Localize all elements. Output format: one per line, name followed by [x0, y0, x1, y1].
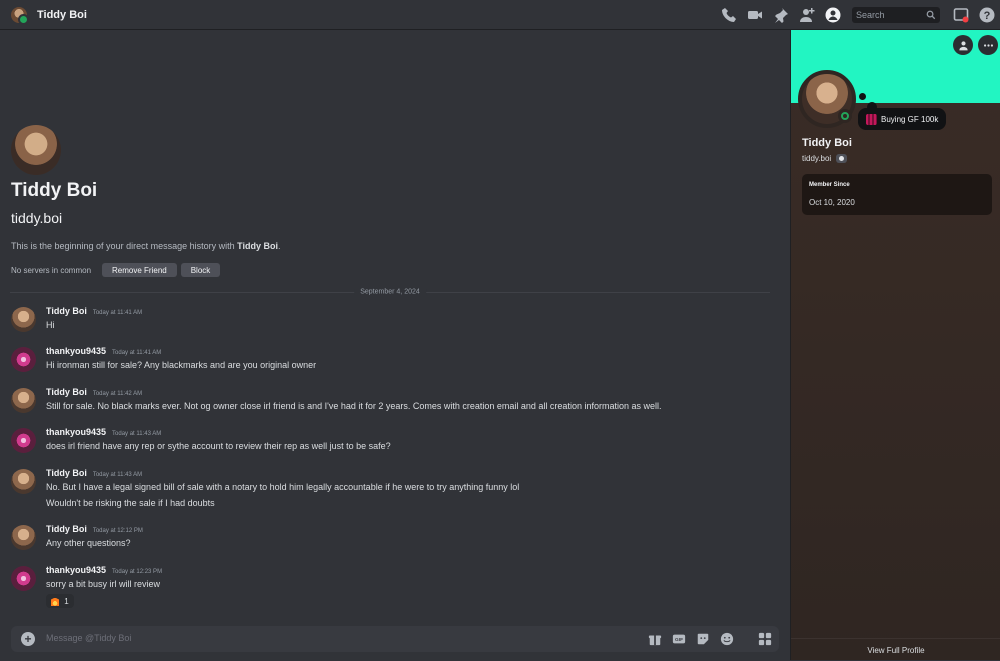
- no-servers-text: No servers in common: [11, 265, 92, 275]
- profile-name: Tiddy Boi: [802, 137, 852, 149]
- member-since-value: Oct 10, 2020: [809, 198, 855, 207]
- member-since-card: Member Since Oct 10, 2020: [802, 174, 992, 215]
- avatar[interactable]: [11, 347, 36, 372]
- search-icon: [926, 10, 936, 20]
- message-composer[interactable]: + Message @Tiddy Boi GIF: [11, 626, 779, 652]
- add-friends-icon[interactable]: [798, 6, 816, 24]
- message-input[interactable]: Message @Tiddy Boi: [46, 633, 131, 643]
- intro-handle: tiddy.boi: [11, 210, 63, 226]
- user-profile-icon[interactable]: [824, 6, 842, 24]
- top-bar: Tiddy Boi Search ?: [0, 0, 1000, 30]
- custom-status-text: Buying GF 100k: [881, 114, 939, 124]
- status-indicator: [838, 109, 852, 123]
- author-name[interactable]: thankyou9435: [46, 427, 106, 437]
- timestamp: Today at 11:43 AM: [92, 472, 143, 478]
- search-placeholder: Search: [856, 10, 885, 20]
- intro-name: Tiddy Boi: [11, 180, 98, 201]
- member-since-label: Member Since: [809, 182, 850, 188]
- dm-avatar: [11, 6, 29, 25]
- message-text: Hi ironman still for sale? Any blackmark…: [46, 360, 317, 370]
- view-full-profile-button[interactable]: View Full Profile: [791, 638, 1000, 661]
- timestamp: Today at 11:41 AM: [112, 350, 162, 356]
- avatar[interactable]: [11, 428, 36, 453]
- avatar[interactable]: [11, 388, 36, 413]
- timestamp: Today at 11:41 AM: [92, 310, 143, 316]
- composer-icons: GIF: [639, 631, 773, 647]
- message-text: Any other questions?: [46, 538, 131, 548]
- upload-plus-icon[interactable]: +: [21, 632, 35, 646]
- block-button[interactable]: Block: [180, 263, 221, 277]
- avatar[interactable]: [11, 469, 36, 494]
- chat-area: Tiddy Boi tiddy.boi This is the beginnin…: [0, 30, 790, 620]
- thought-bubble-dot: [859, 93, 866, 100]
- intro-text: This is the beginning of your direct mes…: [11, 241, 281, 251]
- search-input[interactable]: Search: [852, 7, 940, 23]
- sticker-icon[interactable]: [695, 631, 711, 647]
- svg-text:GIF: GIF: [675, 637, 683, 643]
- inbox-icon[interactable]: [952, 6, 970, 24]
- author-name[interactable]: thankyou9435: [46, 565, 106, 575]
- toolbar: Search ?: [716, 0, 1000, 30]
- profile-handle: tiddy.boi: [802, 154, 848, 163]
- author-name[interactable]: Tiddy Boi: [46, 524, 87, 534]
- apps-icon[interactable]: [757, 631, 773, 647]
- nitro-badge-icon[interactable]: [836, 154, 848, 163]
- timestamp: Today at 12:23 PM: [112, 569, 163, 575]
- message-text: sorry a bit busy irl will review: [46, 579, 161, 589]
- author-name[interactable]: Tiddy Boi: [46, 387, 87, 397]
- phone-call-icon[interactable]: [720, 6, 738, 24]
- author-name[interactable]: Tiddy Boi: [46, 468, 87, 478]
- message-text: does irl friend have any rep or sythe ac…: [46, 441, 391, 451]
- reaction-button[interactable]: 1: [46, 594, 74, 608]
- author-name[interactable]: Tiddy Boi: [46, 306, 87, 316]
- online-status-icon: [841, 112, 849, 120]
- svg-text:?: ?: [984, 10, 991, 22]
- help-icon[interactable]: ?: [978, 6, 996, 24]
- message-text: Wouldn't be risking the sale if I had do…: [46, 498, 215, 508]
- gif-icon[interactable]: GIF: [671, 631, 687, 647]
- intro-actions: No servers in common Remove Friend Block: [11, 263, 224, 277]
- pin-icon[interactable]: [772, 6, 790, 24]
- message-text: Still for sale. No black marks ever. Not…: [46, 401, 662, 411]
- timestamp: Today at 11:43 AM: [112, 431, 162, 437]
- fire-emoji-icon: [51, 596, 60, 606]
- message-text: Hi: [46, 320, 55, 330]
- profile-panel: Buying GF 100k Tiddy Boi tiddy.boi Membe…: [790, 30, 1000, 660]
- intro-avatar: [11, 125, 61, 175]
- author-name[interactable]: thankyou9435: [46, 346, 106, 356]
- avatar[interactable]: [11, 307, 36, 332]
- date-divider: September 4, 2024: [10, 288, 770, 296]
- custom-status-bubble: Buying GF 100k: [858, 108, 947, 130]
- gift-icon[interactable]: [647, 631, 663, 647]
- channel-title: Tiddy Boi: [37, 8, 87, 21]
- video-call-icon[interactable]: [746, 6, 764, 24]
- emoji-icon[interactable]: [719, 631, 735, 647]
- status-emoji-icon: [866, 113, 877, 125]
- more-options-icon[interactable]: [978, 35, 998, 55]
- avatar[interactable]: [11, 566, 36, 591]
- add-friend-icon[interactable]: [953, 35, 973, 55]
- timestamp: Today at 12:12 PM: [92, 528, 143, 534]
- avatar[interactable]: [11, 525, 36, 550]
- online-status-dot: [18, 13, 29, 25]
- message-text: No. But I have a legal signed bill of sa…: [46, 482, 520, 492]
- timestamp: Today at 11:42 AM: [92, 391, 143, 397]
- remove-friend-button[interactable]: Remove Friend: [102, 263, 177, 277]
- reaction-count: 1: [64, 596, 69, 606]
